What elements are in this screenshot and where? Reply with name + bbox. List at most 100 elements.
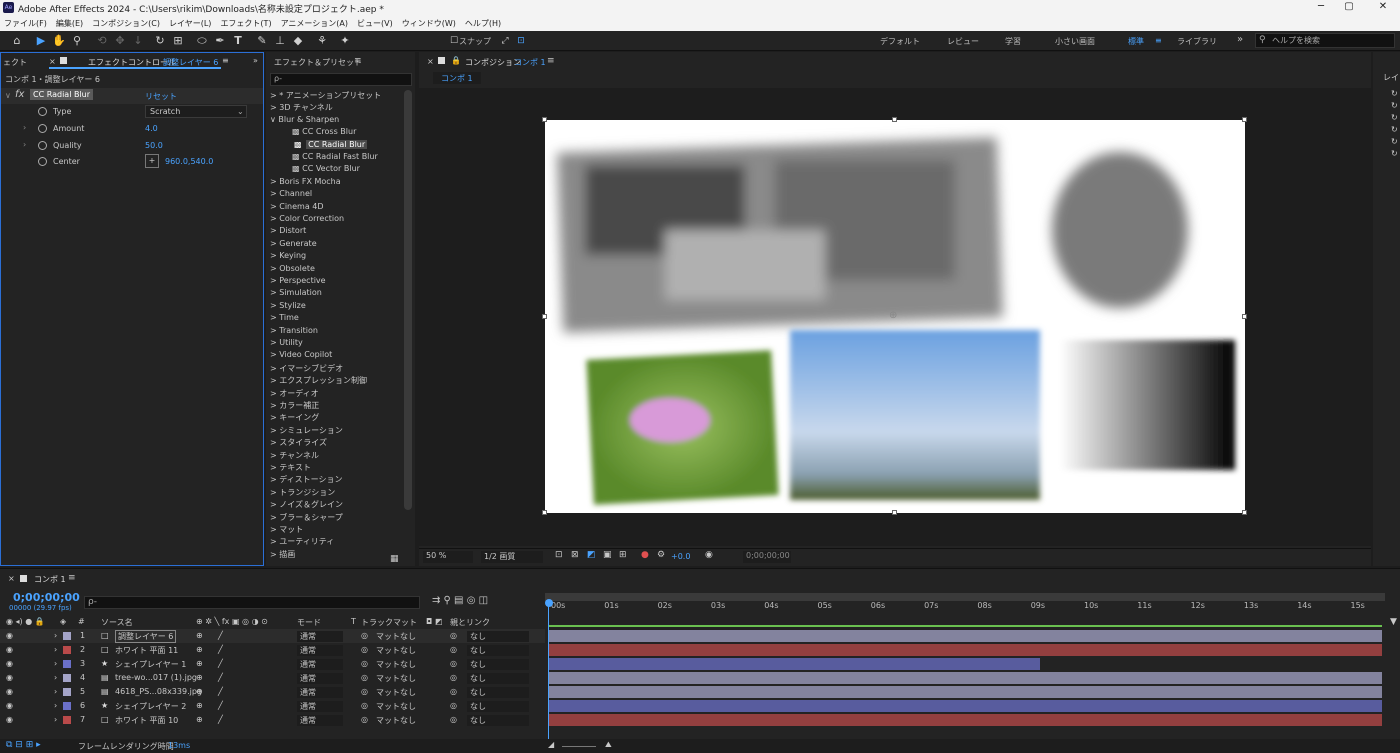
matte-link-icon[interactable]: ◎: [361, 645, 368, 654]
eye-icon[interactable]: ◉: [6, 687, 13, 696]
effect-item[interactable]: ▩ CC Radial Fast Blur: [292, 152, 378, 161]
fast-preview-icon[interactable]: ⊡: [555, 550, 563, 560]
effect-item[interactable]: > Perspective: [270, 276, 326, 285]
panel-menu-icon[interactable]: ≡: [354, 56, 362, 66]
effect-item[interactable]: ∨ Blur & Sharpen: [270, 115, 339, 124]
grid-guides-icon[interactable]: ⊞: [619, 550, 627, 560]
twirl-chevron-icon[interactable]: ›: [54, 715, 57, 724]
layer-duration-bar[interactable]: [548, 672, 1382, 684]
menu-window[interactable]: ウィンドウ(W): [402, 18, 456, 29]
shy-switch-icon[interactable]: ⊕: [196, 715, 203, 724]
effect-item[interactable]: > イマーシブビデオ: [270, 363, 343, 374]
panel-menu-icon[interactable]: ≡: [547, 56, 555, 66]
minimize-button[interactable]: ─: [1306, 1, 1336, 12]
workspace-default[interactable]: デフォルト: [880, 36, 920, 47]
playhead-handle[interactable]: [545, 599, 553, 607]
layer-name[interactable]: シェイプレイヤー 2: [115, 701, 186, 712]
transform-handle[interactable]: [1242, 510, 1247, 515]
pen-tool-icon[interactable]: ✒: [212, 33, 228, 49]
eraser-tool-icon[interactable]: ◆: [290, 33, 306, 49]
brush-tool-icon[interactable]: ✎: [254, 33, 270, 49]
transform-handle[interactable]: [542, 510, 547, 515]
matte-link-icon[interactable]: ◎: [361, 631, 368, 640]
dolly-tool-icon[interactable]: ↓: [130, 33, 146, 49]
comp-subtab[interactable]: コンポ 1: [433, 72, 481, 84]
pickwhip-icon[interactable]: ◎: [450, 687, 457, 696]
effect-item[interactable]: > Cinema 4D: [270, 202, 324, 211]
menu-animation[interactable]: アニメーション(A): [281, 18, 348, 29]
mode-dropdown[interactable]: 通常: [297, 631, 343, 642]
stopwatch-icon[interactable]: [38, 157, 47, 166]
current-time-display[interactable]: 0;00;00;00: [743, 551, 791, 563]
quality-switch-icon[interactable]: ╱: [218, 631, 223, 640]
trackmatte-dropdown[interactable]: マットなし: [376, 673, 416, 684]
stopwatch-icon[interactable]: [38, 141, 47, 150]
tab-comp-name[interactable]: コンポ 1: [514, 57, 546, 68]
layer-name[interactable]: tree-wo...017 (1).jpg: [115, 673, 197, 682]
layer-row[interactable]: ◉ › 7 □ ホワイト 平面 10 ⊕ ╱ 通常 ◎ マットなし ◎ なし: [0, 713, 545, 727]
menu-layer[interactable]: レイヤー(L): [169, 18, 211, 29]
effect-item[interactable]: > マット: [270, 524, 303, 535]
quality-switch-icon[interactable]: ╱: [218, 659, 223, 668]
trackmatte-dropdown[interactable]: マットなし: [376, 715, 416, 726]
zoom-out-icon[interactable]: ◢: [548, 740, 554, 749]
layer-row[interactable]: ◉ › 4 ▤ tree-wo...017 (1).jpg ⊕ ╱ 通常 ◎ マットなし ◎ なし: [0, 671, 545, 685]
eye-icon[interactable]: ◉: [6, 659, 13, 668]
effect-item[interactable]: > ノイズ＆グレイン: [270, 499, 343, 510]
twirl-chevron-icon[interactable]: ›: [54, 659, 57, 668]
trackmatte-dropdown[interactable]: マットなし: [376, 645, 416, 656]
effect-item[interactable]: > キーイング: [270, 412, 319, 423]
parent-dropdown[interactable]: なし: [467, 715, 529, 726]
clone-stamp-tool-icon[interactable]: ⊥: [272, 33, 288, 49]
effect-item[interactable]: > Channel: [270, 189, 312, 198]
workspace-library[interactable]: ライブラリ: [1177, 36, 1217, 47]
transform-handle[interactable]: [1242, 117, 1247, 122]
menu-view[interactable]: ビュー(V): [357, 18, 393, 29]
effect-item[interactable]: > Utility: [270, 338, 303, 347]
layer-color-chip[interactable]: [63, 646, 71, 654]
workspace-learn[interactable]: 学習: [1005, 36, 1021, 47]
menu-file[interactable]: ファイル(F): [4, 18, 47, 29]
layer-row[interactable]: ◉ › 3 ★ シェイプレイヤー 1 ⊕ ╱ 通常 ◎ マットなし ◎ なし: [0, 657, 545, 671]
matte-link-icon[interactable]: ◎: [361, 673, 368, 682]
fx-icon[interactable]: fx: [15, 89, 24, 100]
parent-dropdown[interactable]: なし: [467, 687, 529, 698]
menu-composition[interactable]: コンポジション(C): [92, 18, 160, 29]
effect-item[interactable]: > ブラー＆シャープ: [270, 512, 343, 523]
effect-item[interactable]: > カラー補正: [270, 400, 319, 411]
effect-item[interactable]: > Distort: [270, 226, 306, 235]
layer-duration-bar[interactable]: [548, 658, 1041, 670]
layer-duration-bar[interactable]: [548, 686, 1382, 698]
layer-color-chip[interactable]: [63, 702, 71, 710]
effect-item[interactable]: > エクスプレッション制御: [270, 375, 367, 386]
parent-dropdown[interactable]: なし: [467, 645, 529, 656]
layer-duration-bar[interactable]: [548, 630, 1382, 642]
close-tab-icon[interactable]: ×: [427, 57, 434, 66]
snap-target-icon[interactable]: ⊡: [513, 33, 529, 49]
effect-header-row[interactable]: ∨ fx CC Radial Blur リセット: [1, 88, 263, 104]
twirl-chevron-icon[interactable]: ›: [54, 673, 57, 682]
effects-scrollbar[interactable]: [404, 90, 412, 510]
layer-row[interactable]: ◉ › 5 ▤ 4618_PS...08x339.jpg ⊕ ╱ 通常 ◎ マットなし ◎ なし: [0, 685, 545, 699]
selection-tool-icon[interactable]: ▶: [33, 33, 49, 49]
layer-name[interactable]: 4618_PS...08x339.jpg: [115, 687, 202, 696]
effect-item[interactable]: > Obsolete: [270, 264, 315, 273]
quality-switch-icon[interactable]: ╱: [218, 701, 223, 710]
snap-option-icon[interactable]: ⤢: [497, 33, 513, 49]
shy-switch-icon[interactable]: ⊕: [196, 701, 203, 710]
matte-link-icon[interactable]: ◎: [361, 715, 368, 724]
eye-icon[interactable]: ◉: [6, 701, 13, 710]
menu-edit[interactable]: 編集(E): [56, 18, 83, 29]
parent-dropdown[interactable]: なし: [467, 659, 529, 670]
layer-color-chip[interactable]: [63, 674, 71, 682]
mode-dropdown[interactable]: 通常: [297, 715, 343, 726]
effect-item[interactable]: > 3D チャンネル: [270, 102, 333, 113]
exposure-reset-icon[interactable]: ⚙: [657, 550, 665, 560]
effect-item[interactable]: > Simulation: [270, 288, 322, 297]
timeline-nav-icon[interactable]: ▼: [1390, 617, 1397, 627]
text-tool-icon[interactable]: T: [230, 33, 246, 49]
panel-menu-icon[interactable]: ≡: [68, 573, 76, 583]
quality-switch-icon[interactable]: ╱: [218, 687, 223, 696]
shy-switch-icon[interactable]: ⊕: [196, 659, 203, 668]
effect-item[interactable]: > ユーティリティ: [270, 536, 334, 547]
